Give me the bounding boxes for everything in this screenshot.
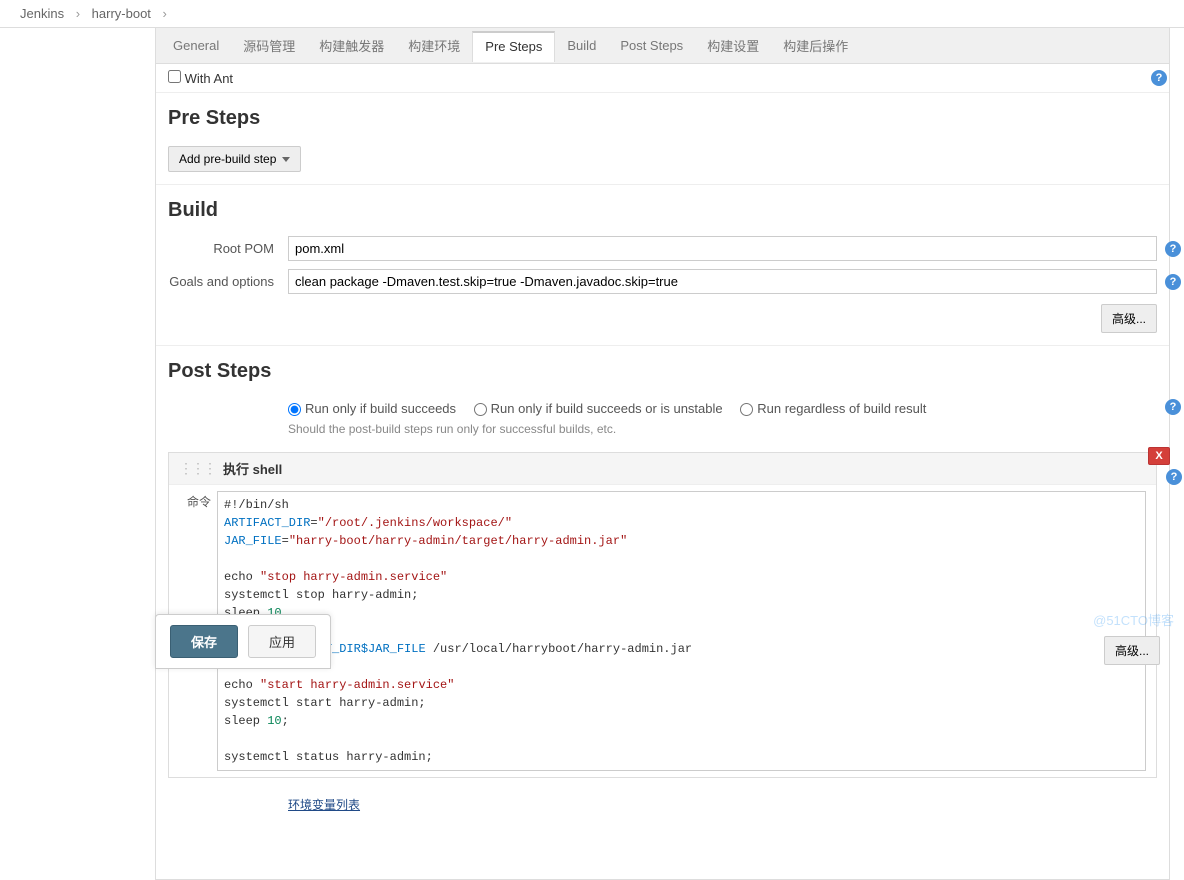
goals-label: Goals and options [168,274,288,289]
env-vars-link[interactable]: 环境变量列表 [276,790,1169,819]
tab-triggers[interactable]: 构建触发器 [307,28,396,63]
help-icon[interactable]: ? [1151,70,1167,86]
tab-scm[interactable]: 源码管理 [231,28,307,63]
tab-build[interactable]: Build [555,30,608,61]
content-panel: With Ant ? Pre Steps Add pre-build step … [155,64,1170,880]
section-build-title: Build [156,184,1169,232]
delete-step-button[interactable]: X [1148,447,1170,465]
post-steps-radio-group: Run only if build succeeds Run only if b… [276,393,1169,420]
with-ant-label: With Ant [185,71,233,86]
tab-general[interactable]: General [161,30,231,61]
tab-bar: General 源码管理 构建触发器 构建环境 Pre Steps Build … [155,28,1170,64]
tab-post-steps[interactable]: Post Steps [608,30,695,61]
shell-step-title: 执行 shell [223,459,282,478]
breadcrumb-sep: › [76,6,80,21]
tab-build-settings[interactable]: 构建设置 [695,28,771,63]
add-pre-build-step-button[interactable]: Add pre-build step [168,146,301,172]
root-pom-label: Root POM [168,241,288,256]
section-pre-steps-title: Pre Steps [156,93,1169,140]
tab-pre-steps[interactable]: Pre Steps [472,31,555,62]
help-icon[interactable]: ? [1165,399,1181,415]
apply-button[interactable]: 应用 [248,625,316,658]
drag-handle-icon[interactable]: ⋮⋮⋮ [179,460,215,477]
post-steps-hint: Should the post-build steps run only for… [276,420,1169,446]
advanced-button[interactable]: 高级... [1101,304,1157,333]
radio-always[interactable] [740,403,753,416]
tab-env[interactable]: 构建环境 [396,28,472,63]
shell-command-textarea[interactable]: #!/bin/sh ARTIFACT_DIR="/root/.jenkins/w… [217,491,1146,771]
help-icon[interactable]: ? [1165,241,1181,257]
radio-success[interactable] [288,403,301,416]
breadcrumb: Jenkins › harry-boot › [0,0,1184,28]
root-pom-input[interactable] [288,236,1157,261]
help-icon[interactable]: ? [1165,274,1181,290]
section-post-steps-title: Post Steps [156,345,1169,393]
goals-input[interactable] [288,269,1157,294]
breadcrumb-root[interactable]: Jenkins [20,6,64,21]
advanced-button-bottom[interactable]: 高级... [1104,636,1160,665]
save-button[interactable]: 保存 [170,625,238,658]
breadcrumb-sep: › [163,6,167,21]
help-icon[interactable]: ? [1166,469,1182,485]
bottom-action-bar: 保存 应用 [155,614,331,669]
tab-post-actions[interactable]: 构建后操作 [771,28,860,63]
with-ant-checkbox[interactable] [168,70,181,83]
breadcrumb-project[interactable]: harry-boot [92,6,151,21]
radio-unstable[interactable] [474,403,487,416]
